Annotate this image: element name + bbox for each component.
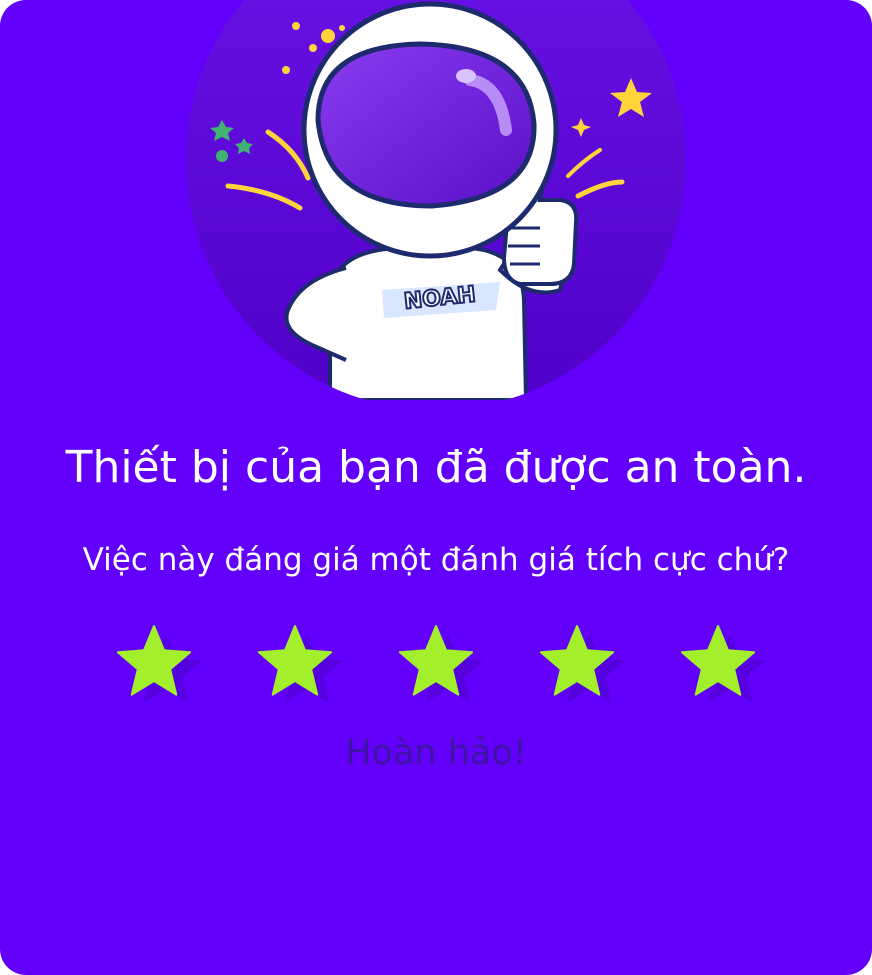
- rating-dialog: NOAH Thiết bị của bạn đã được an toàn. V…: [0, 0, 872, 975]
- astronaut-thumbs-up-icon: NOAH: [186, 0, 686, 400]
- dialog-subtitle: Việc này đáng giá một đánh giá tích cực …: [82, 542, 790, 578]
- star-icon[interactable]: [255, 620, 365, 720]
- star-rating: [0, 620, 872, 720]
- star-icon[interactable]: [678, 620, 788, 720]
- star-icon[interactable]: [537, 620, 647, 720]
- star-icon[interactable]: [396, 620, 506, 720]
- star-icon[interactable]: [114, 620, 224, 720]
- rating-label: Hoàn hảo!: [345, 733, 527, 773]
- dialog-title: Thiết bị của bạn đã được an toàn.: [65, 442, 807, 493]
